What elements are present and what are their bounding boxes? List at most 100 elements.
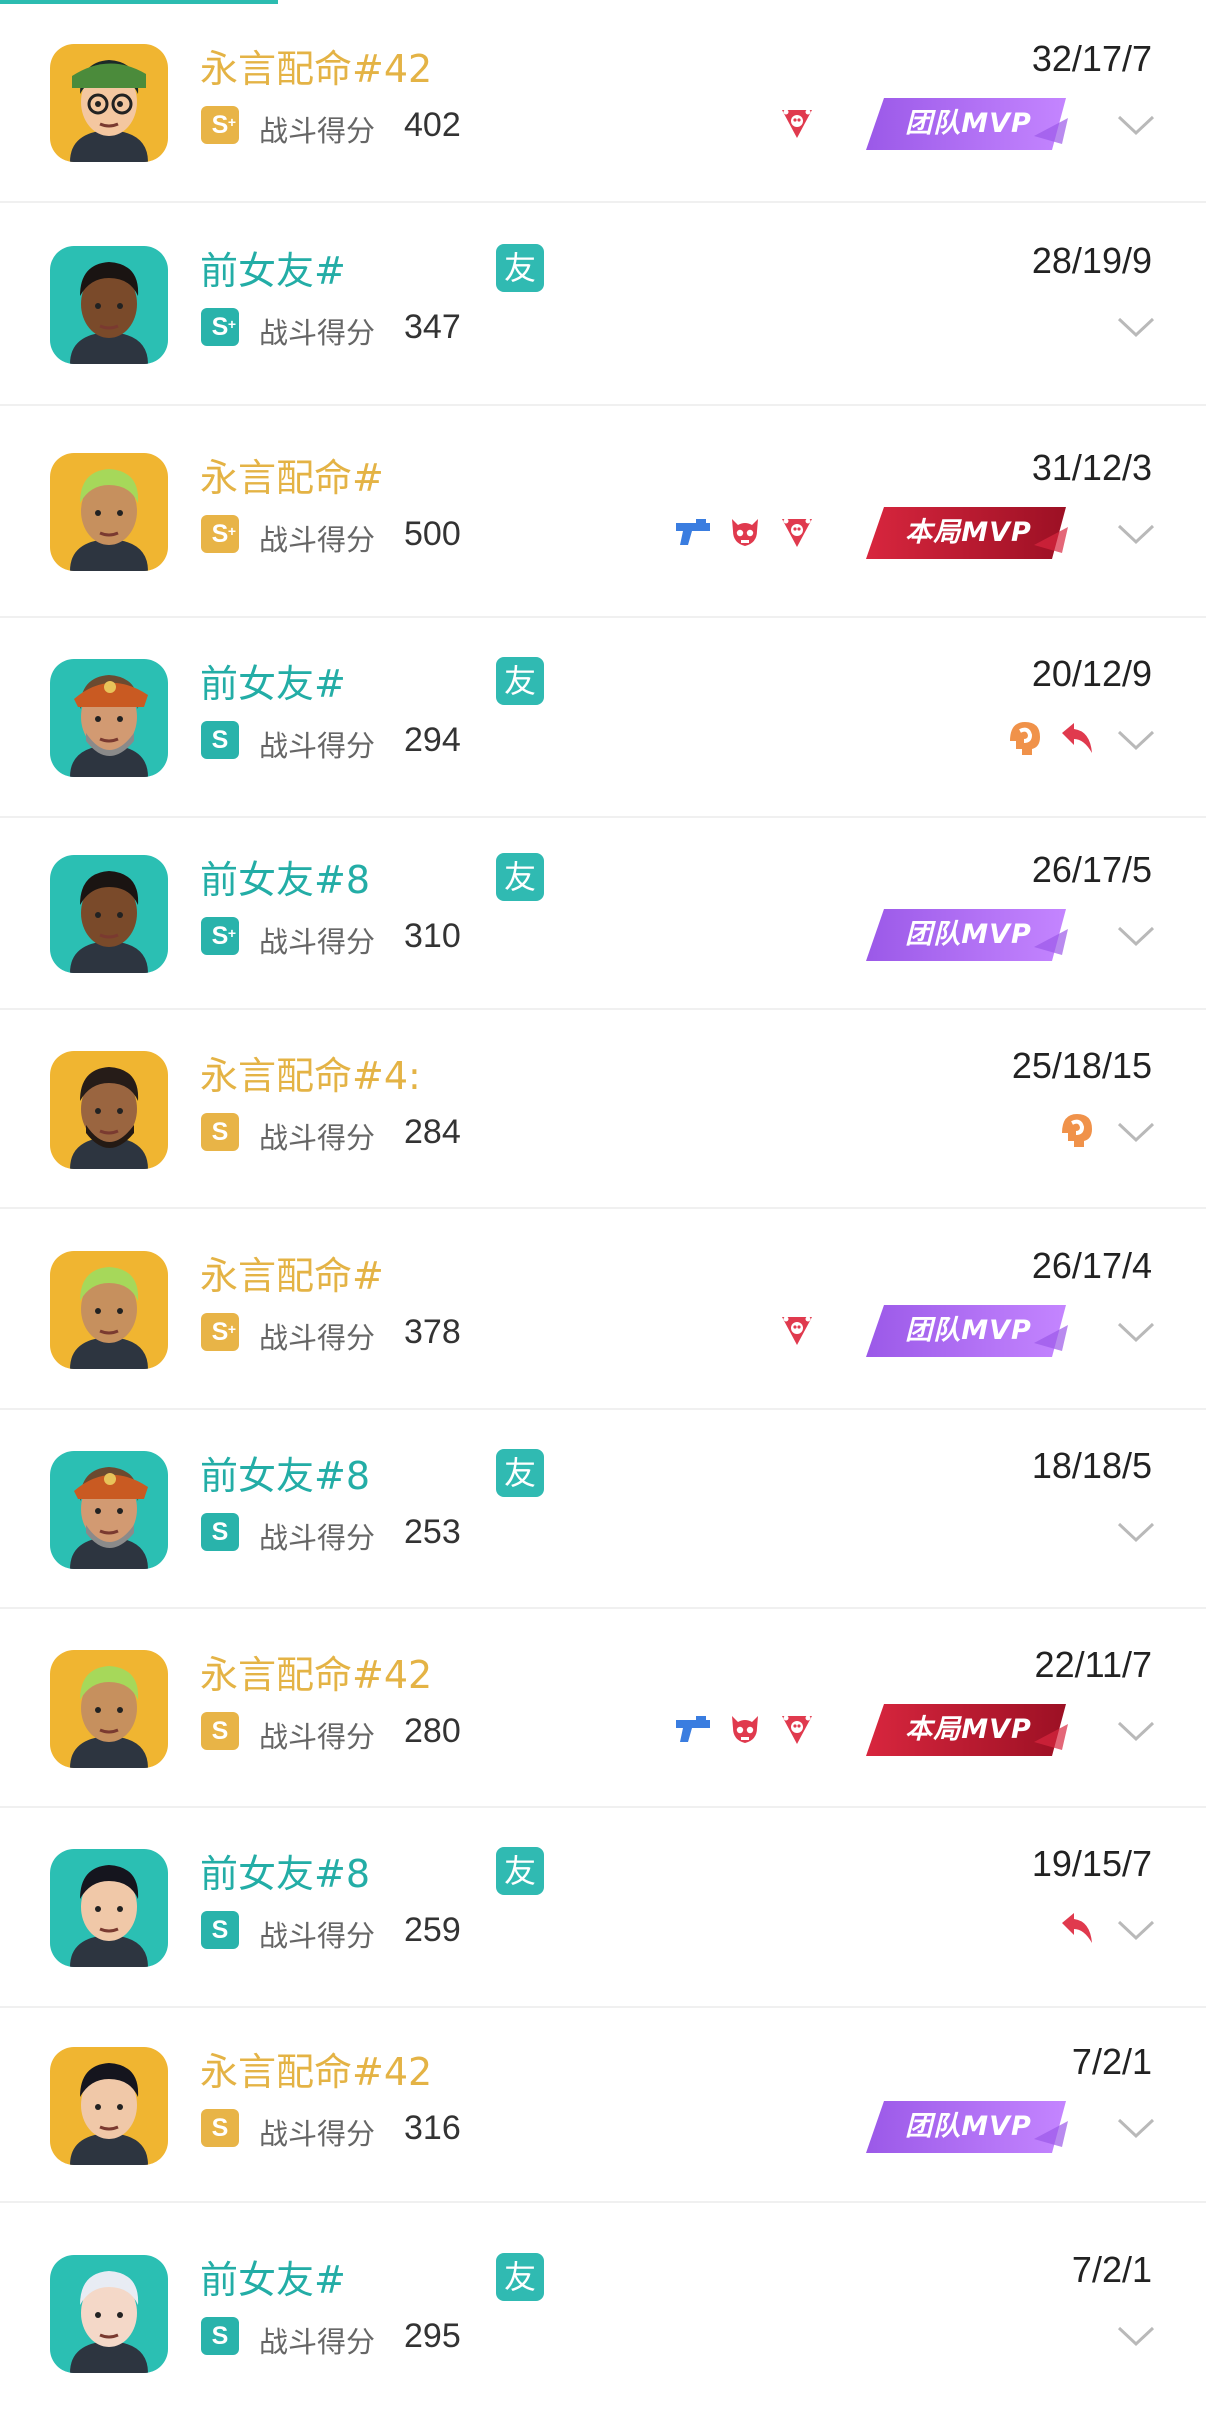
- rank-badge: S +: [201, 515, 239, 553]
- friend-badge: 友: [496, 2253, 544, 2301]
- score-label: 战斗得分: [259, 1720, 376, 1754]
- score-label: 战斗得分: [259, 1121, 376, 1155]
- player-name[interactable]: 前女友#8: [200, 849, 370, 904]
- player-row[interactable]: 前女友# 友 S 战斗得分 294 20/12/9: [0, 618, 1206, 818]
- agent-avatar[interactable]: [50, 1051, 168, 1169]
- chevron-down-icon[interactable]: [1116, 114, 1156, 136]
- player-name[interactable]: 永言配命#: [200, 447, 384, 502]
- rank-badge: S: [201, 721, 239, 759]
- player-name[interactable]: 前女友#: [200, 240, 346, 295]
- player-name[interactable]: 永言配命#42: [200, 38, 432, 93]
- chevron-down-icon[interactable]: [1116, 2325, 1156, 2347]
- chevron-down-icon[interactable]: [1116, 523, 1156, 545]
- score-value: 310: [404, 917, 461, 955]
- score-label: 战斗得分: [259, 2117, 376, 2151]
- agent-avatar[interactable]: [50, 2047, 168, 2165]
- agent-avatar[interactable]: [50, 453, 168, 571]
- player-name[interactable]: 前女友#: [200, 2249, 346, 2304]
- score-label: 战斗得分: [259, 523, 376, 557]
- agent-avatar[interactable]: [50, 1451, 168, 1569]
- player-row[interactable]: 永言配命#42 S + 战斗得分 402 32/17/7 团队MVP: [0, 0, 1206, 203]
- rank-badge: S: [201, 1113, 239, 1151]
- agent-avatar[interactable]: [50, 1650, 168, 1768]
- mvp-badge: 团队MVP: [866, 1303, 1071, 1359]
- rank-badge: S +: [201, 917, 239, 955]
- kda-stats: 26/17/5: [1031, 849, 1152, 890]
- score-label: 战斗得分: [259, 1321, 376, 1355]
- score-value: 378: [404, 1313, 461, 1351]
- chevron-down-icon[interactable]: [1116, 925, 1156, 947]
- score-value: 295: [404, 2317, 461, 2355]
- score-value: 402: [404, 106, 461, 144]
- return-arrow-icon: [1058, 719, 1096, 757]
- rank-badge: S: [201, 2109, 239, 2147]
- player-row[interactable]: 永言配命#42 S 战斗得分 280 22/11/7 本局MVP: [0, 1609, 1206, 1808]
- score-value: 253: [404, 1513, 461, 1551]
- rank-badge: S +: [201, 1313, 239, 1351]
- agent-avatar[interactable]: [50, 44, 168, 162]
- kda-stats: 31/12/3: [1031, 447, 1152, 488]
- player-row[interactable]: 前女友#8 友 S + 战斗得分 310 26/17/5 团队MVP: [0, 818, 1206, 1010]
- chevron-down-icon[interactable]: [1116, 1720, 1156, 1742]
- rank-badge: S +: [201, 106, 239, 144]
- player-row[interactable]: 前女友#8 友 S 战斗得分 259 19/15/7: [0, 1808, 1206, 2008]
- kda-stats: 32/17/7: [1031, 38, 1152, 79]
- return-arrow-icon: [1058, 1909, 1096, 1947]
- player-name[interactable]: 前女友#: [200, 653, 346, 708]
- agent-avatar[interactable]: [50, 2255, 168, 2373]
- player-row[interactable]: 前女友# 友 S + 战斗得分 347 28/19/9: [0, 203, 1206, 406]
- kda-stats: 18/18/5: [1031, 1445, 1152, 1486]
- agent-avatar[interactable]: [50, 1251, 168, 1369]
- agent-avatar[interactable]: [50, 659, 168, 777]
- player-name[interactable]: 永言配命#42: [200, 1644, 432, 1699]
- score-value: 316: [404, 2109, 461, 2147]
- player-name[interactable]: 前女友#8: [200, 1445, 370, 1500]
- player-row[interactable]: 永言配命# S + 战斗得分 378 26/17/4 团队MVP: [0, 1209, 1206, 1410]
- player-name[interactable]: 永言配命#42: [200, 2041, 432, 2096]
- agent-avatar[interactable]: [50, 246, 168, 364]
- score-label: 战斗得分: [259, 114, 376, 148]
- demon-skull-icon: [726, 513, 764, 551]
- player-row[interactable]: 永言配命#4: S 战斗得分 284 25/18/15: [0, 1010, 1206, 1209]
- demon-skull-icon: [726, 1710, 764, 1748]
- friend-badge: 友: [496, 853, 544, 901]
- score-label: 战斗得分: [259, 316, 376, 350]
- mvp-badge: 团队MVP: [866, 907, 1071, 963]
- chevron-down-icon[interactable]: [1116, 1521, 1156, 1543]
- player-name[interactable]: 永言配命#4:: [200, 1045, 421, 1100]
- kda-stats: 25/18/15: [1011, 1045, 1152, 1086]
- kda-stats: 7/2/1: [1071, 2041, 1152, 2082]
- score-label: 战斗得分: [259, 2325, 376, 2359]
- kda-stats: 20/12/9: [1031, 653, 1152, 694]
- score-label: 战斗得分: [259, 1919, 376, 1953]
- chevron-down-icon[interactable]: [1116, 1919, 1156, 1941]
- agent-avatar[interactable]: [50, 1849, 168, 1967]
- agent-avatar[interactable]: [50, 855, 168, 973]
- skull-triangle-icon: [778, 513, 816, 551]
- player-name[interactable]: 前女友#8: [200, 1843, 370, 1898]
- player-name[interactable]: 永言配命#: [200, 1245, 384, 1300]
- friend-badge: 友: [496, 1847, 544, 1895]
- player-row[interactable]: 永言配命# S + 战斗得分 500 31/12/3 本局MVP: [0, 406, 1206, 618]
- chevron-down-icon[interactable]: [1116, 729, 1156, 751]
- score-value: 347: [404, 308, 461, 346]
- player-row[interactable]: 前女友#8 友 S 战斗得分 253 18/18/5: [0, 1410, 1206, 1609]
- player-row[interactable]: 前女友# 友 S 战斗得分 295 7/2/1: [0, 2203, 1206, 2424]
- score-label: 战斗得分: [259, 729, 376, 763]
- chevron-down-icon[interactable]: [1116, 1321, 1156, 1343]
- kda-stats: 28/19/9: [1031, 240, 1152, 281]
- score-label: 战斗得分: [259, 925, 376, 959]
- skull-triangle-icon: [778, 1710, 816, 1748]
- rank-badge: S: [201, 2317, 239, 2355]
- mvp-badge: 本局MVP: [866, 1702, 1071, 1758]
- mvp-badge: 团队MVP: [866, 2099, 1071, 2155]
- chevron-down-icon[interactable]: [1116, 1121, 1156, 1143]
- kda-stats: 26/17/4: [1031, 1245, 1152, 1286]
- friend-badge: 友: [496, 244, 544, 292]
- score-value: 259: [404, 1911, 461, 1949]
- chevron-down-icon[interactable]: [1116, 316, 1156, 338]
- pistol-icon: [674, 1710, 712, 1748]
- chevron-down-icon[interactable]: [1116, 2117, 1156, 2139]
- player-row[interactable]: 永言配命#42 S 战斗得分 316 7/2/1 团队MVP: [0, 2008, 1206, 2203]
- rank-badge: S: [201, 1513, 239, 1551]
